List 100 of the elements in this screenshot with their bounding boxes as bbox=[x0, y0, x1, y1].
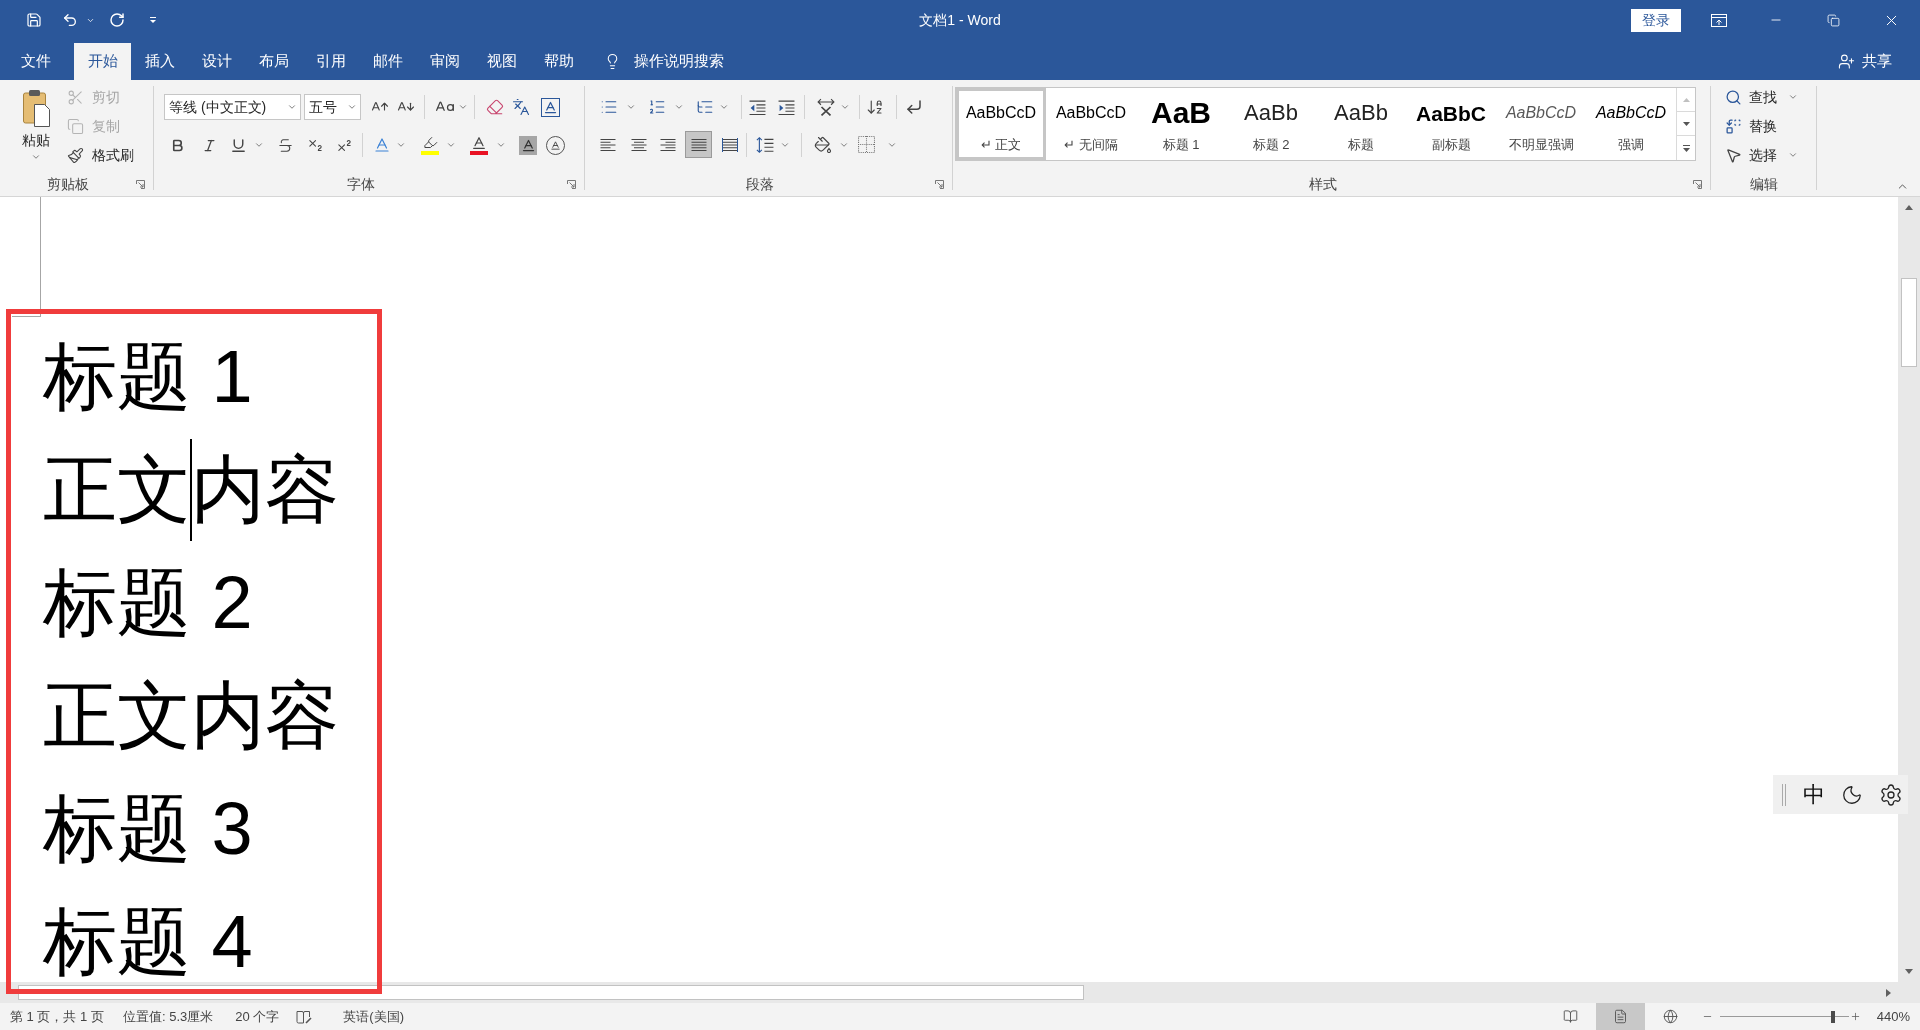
input-mode-toggle[interactable]: 中 bbox=[1803, 783, 1825, 806]
increase-indent-icon[interactable] bbox=[778, 99, 795, 115]
ribbon-tab[interactable]: 布局 bbox=[245, 43, 302, 80]
replace-button[interactable]: 替换 bbox=[1721, 113, 1781, 139]
style-gallery-item[interactable]: AaB 标题 1 bbox=[1136, 88, 1226, 160]
ribbon-tab[interactable]: 设计 bbox=[188, 43, 245, 80]
drag-handle-icon[interactable] bbox=[1782, 783, 1786, 806]
underline-icon[interactable] bbox=[230, 136, 247, 154]
ribbon-tab[interactable]: 邮件 bbox=[359, 43, 416, 80]
dialog-launcher-icon[interactable] bbox=[935, 179, 944, 189]
horizontal-scrollbar[interactable] bbox=[0, 982, 1920, 1003]
style-preview: AaB bbox=[1151, 98, 1211, 128]
bullet-list-icon[interactable] bbox=[600, 98, 618, 116]
sign-in-button[interactable]: 登录 bbox=[1631, 8, 1681, 32]
line-spacing-icon[interactable] bbox=[756, 135, 774, 154]
font-name-combo[interactable]: 等线 (中文正文) bbox=[164, 94, 301, 120]
style-gallery-item[interactable]: AaBbCcD ↵ 无间隔 bbox=[1046, 88, 1136, 160]
justify-button[interactable] bbox=[685, 131, 712, 158]
style-name: 标题 2 bbox=[1252, 138, 1290, 151]
vertical-scrollbar[interactable] bbox=[1898, 197, 1920, 982]
open-book-icon[interactable] bbox=[1562, 1009, 1578, 1024]
dialog-launcher-icon[interactable] bbox=[567, 179, 576, 189]
multilevel-list-icon[interactable] bbox=[696, 98, 714, 116]
highlighter-icon[interactable] bbox=[421, 135, 439, 155]
restore-icon[interactable] bbox=[1826, 13, 1840, 27]
paste-button[interactable]: 粘贴 bbox=[14, 80, 58, 174]
sort-icon[interactable] bbox=[866, 98, 884, 116]
align-right-icon[interactable] bbox=[659, 137, 676, 152]
globe-icon[interactable] bbox=[1662, 1009, 1678, 1024]
settings-icon[interactable] bbox=[1879, 782, 1903, 807]
document-paragraph: 标题 2 bbox=[43, 566, 253, 640]
zoom-level[interactable]: 440% bbox=[1876, 1006, 1910, 1027]
print-layout-button[interactable] bbox=[1595, 1003, 1645, 1030]
format-painter-button[interactable]: 格式刷 bbox=[63, 142, 138, 168]
save-icon[interactable] bbox=[26, 12, 42, 28]
strikethrough-icon[interactable] bbox=[276, 136, 294, 154]
find-button[interactable]: 查找 bbox=[1721, 84, 1802, 110]
paint-bucket-icon[interactable] bbox=[814, 135, 832, 154]
word-count[interactable]: 20 个字 bbox=[235, 1006, 280, 1027]
ribbon-tab[interactable]: 帮助 bbox=[530, 43, 587, 80]
person-plus-icon[interactable] bbox=[1838, 53, 1855, 70]
scroll-down-arrow-icon[interactable] bbox=[1905, 969, 1913, 974]
ribbon-tab[interactable]: 文件 bbox=[7, 43, 64, 80]
scrollbar-thumb[interactable] bbox=[1901, 278, 1917, 367]
copy-icon bbox=[67, 117, 84, 135]
align-left-icon[interactable] bbox=[599, 137, 616, 152]
style-preview: AaBbCcD bbox=[965, 105, 1037, 121]
italic-icon[interactable] bbox=[201, 137, 217, 153]
customize-caret-icon[interactable] bbox=[149, 16, 157, 24]
dialog-launcher-icon[interactable] bbox=[136, 179, 145, 189]
numbered-list-icon[interactable] bbox=[648, 98, 666, 116]
phonetic-guide-icon[interactable] bbox=[512, 98, 530, 116]
text-effects-icon[interactable] bbox=[373, 136, 391, 154]
character-shading-icon[interactable] bbox=[519, 135, 537, 155]
scroll-right-arrow-icon[interactable] bbox=[1886, 988, 1891, 997]
ribbon-tab[interactable]: 插入 bbox=[131, 43, 188, 80]
ribbon-display-icon[interactable] bbox=[1710, 13, 1727, 27]
justify-icon[interactable] bbox=[690, 137, 707, 152]
plus-icon[interactable] bbox=[1849, 1011, 1861, 1022]
page-count[interactable]: 第 1 页，共 1 页 bbox=[10, 1006, 104, 1027]
ribbon-tab[interactable]: 审阅 bbox=[416, 43, 473, 80]
redo-icon[interactable] bbox=[109, 12, 125, 28]
moon-icon[interactable] bbox=[1841, 783, 1863, 806]
slider-thumb[interactable] bbox=[1831, 1010, 1836, 1023]
font-size-combo[interactable]: 五号 bbox=[304, 94, 361, 120]
paragraph-mark-icon[interactable] bbox=[905, 98, 923, 116]
borders-icon[interactable] bbox=[858, 136, 875, 153]
align-center-icon[interactable] bbox=[630, 137, 647, 152]
style-gallery-item[interactable]: AaBb 标题 bbox=[1316, 88, 1406, 160]
caret-icon[interactable] bbox=[287, 102, 297, 112]
gallery-up-arrow-icon bbox=[1682, 97, 1690, 102]
undo-icon[interactable] bbox=[62, 12, 78, 28]
character-border-icon[interactable] bbox=[540, 97, 560, 117]
style-name: ↵ 无间隔 bbox=[1064, 138, 1118, 151]
ribbon-tab[interactable]: 视图 bbox=[473, 43, 530, 80]
gallery-more-icon[interactable] bbox=[1682, 144, 1690, 152]
gallery-down-arrow-icon[interactable] bbox=[1682, 121, 1690, 126]
page-icon[interactable] bbox=[1612, 1009, 1628, 1024]
share-button[interactable]: 共享 bbox=[1838, 43, 1892, 80]
style-gallery-item[interactable]: AaBbCcD ↵ 正文 bbox=[956, 88, 1046, 160]
text-layout-icon[interactable] bbox=[817, 98, 835, 116]
style-gallery-item[interactable]: AaBbC 副标题 bbox=[1406, 88, 1496, 160]
select-button[interactable]: 选择 bbox=[1721, 142, 1802, 168]
ribbon-tab[interactable]: 开始 bbox=[74, 43, 131, 80]
dialog-launcher-icon[interactable] bbox=[1693, 179, 1702, 189]
scroll-up-arrow-icon[interactable] bbox=[1905, 205, 1913, 210]
group-label: 样式 bbox=[1309, 177, 1337, 191]
decrease-indent-icon[interactable] bbox=[749, 99, 766, 115]
distributed-icon[interactable] bbox=[721, 137, 738, 152]
language[interactable]: 英语(美国) bbox=[343, 1006, 404, 1027]
proofing-book-icon[interactable] bbox=[296, 1009, 313, 1024]
caret-icon[interactable] bbox=[347, 102, 357, 112]
style-gallery-item[interactable]: AaBbCcD 强调 bbox=[1586, 88, 1676, 160]
font-color-icon[interactable] bbox=[470, 135, 488, 155]
group-label: 段落 bbox=[746, 177, 774, 191]
ribbon-tab[interactable]: 引用 bbox=[302, 43, 359, 80]
style-gallery-item[interactable]: AaBbCcD 不明显强调 bbox=[1496, 88, 1586, 160]
tell-me-search[interactable]: 操作说明搜索 bbox=[604, 43, 724, 80]
style-gallery-item[interactable]: AaBb 标题 2 bbox=[1226, 88, 1316, 160]
clear-formatting-icon[interactable] bbox=[486, 98, 504, 116]
